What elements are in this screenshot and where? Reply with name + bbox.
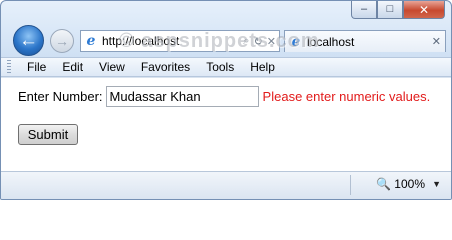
- status-divider: [350, 175, 351, 195]
- back-button[interactable]: ←: [13, 25, 44, 56]
- tab-title: localhost: [307, 34, 355, 49]
- forward-button[interactable]: →: [50, 29, 74, 53]
- tab-close-icon[interactable]: ✕: [432, 35, 441, 48]
- zoom-magnifier-icon: 🔍: [376, 177, 392, 191]
- menu-item-tools[interactable]: Tools: [198, 60, 242, 74]
- page-content: Enter Number: Please enter numeric value…: [1, 77, 451, 171]
- menu-item-favorites[interactable]: Favorites: [133, 60, 198, 74]
- maximize-button[interactable]: □: [377, 1, 403, 19]
- menu-bar: File Edit View Favorites Tools Help: [1, 57, 451, 77]
- forward-arrow-icon: →: [55, 33, 69, 49]
- tab-localhost[interactable]: e localhost ✕: [284, 30, 446, 52]
- status-bar: 🔍 100% ▼: [1, 171, 451, 199]
- menu-item-help[interactable]: Help: [242, 60, 283, 74]
- zoom-level: 100%: [394, 177, 425, 191]
- number-input[interactable]: [105, 86, 259, 107]
- menu-item-file[interactable]: File: [19, 60, 54, 74]
- minimize-button[interactable]: –: [351, 1, 377, 19]
- address-url[interactable]: http://localhost: [102, 34, 239, 48]
- validation-error-message: Please enter numeric values.: [262, 89, 431, 104]
- refresh-icon[interactable]: ↻: [254, 35, 263, 48]
- menu-grip-icon: [7, 60, 11, 74]
- submit-button[interactable]: Submit: [18, 124, 78, 145]
- tab-favicon-icon: e: [291, 33, 301, 50]
- browser-window: – □ ✕ ← → e http://localhost ⌕ ↻ ✕ e loc…: [0, 0, 452, 200]
- number-label: Enter Number:: [18, 89, 103, 104]
- menu-item-edit[interactable]: Edit: [54, 60, 91, 74]
- back-arrow-icon: ←: [19, 29, 38, 51]
- address-bar[interactable]: e http://localhost ⌕ ↻ ✕: [80, 30, 280, 52]
- zoom-control[interactable]: 🔍 100%: [376, 177, 425, 191]
- number-form-row: Enter Number: Please enter numeric value…: [18, 86, 430, 107]
- zoom-dropdown-icon[interactable]: ▼: [432, 179, 441, 189]
- stop-icon[interactable]: ✕: [267, 35, 276, 48]
- close-button[interactable]: ✕: [403, 1, 445, 19]
- menu-item-view[interactable]: View: [91, 60, 133, 74]
- caption-buttons: – □ ✕: [351, 1, 445, 19]
- search-icon[interactable]: ⌕: [243, 35, 249, 48]
- ie-logo-icon: e: [86, 33, 96, 49]
